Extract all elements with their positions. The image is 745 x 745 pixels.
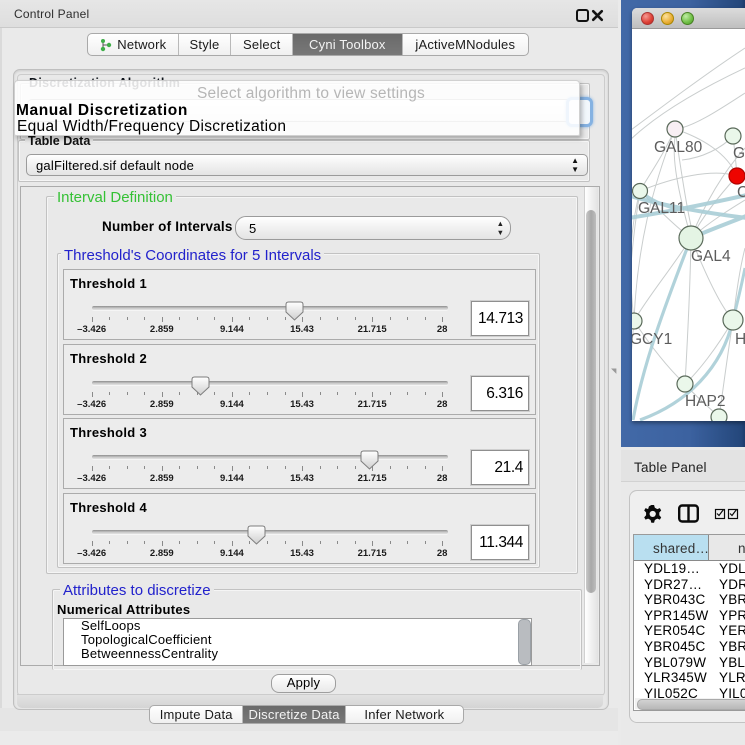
svg-text:GCY1: GCY1: [632, 331, 672, 348]
svg-text:C: C: [737, 184, 745, 201]
svg-text:HAP2: HAP2: [685, 393, 726, 410]
svg-text:GA: GA: [733, 145, 745, 162]
svg-text:GAL80: GAL80: [654, 139, 703, 156]
svg-text:GAL4: GAL4: [691, 248, 731, 265]
svg-text:GAL11: GAL11: [638, 200, 685, 217]
svg-text:H: H: [735, 331, 745, 348]
